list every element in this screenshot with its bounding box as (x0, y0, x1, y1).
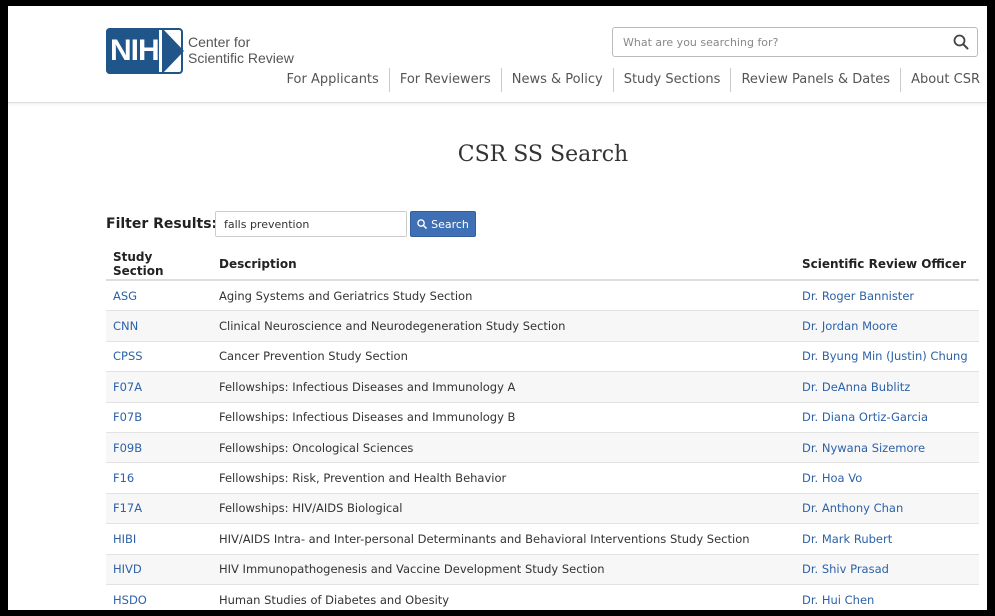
officer-link[interactable]: Dr. Hui Chen (795, 584, 979, 610)
search-button[interactable]: Search (410, 211, 476, 237)
description-cell: HIV/AIDS Intra- and Inter-personal Deter… (212, 523, 795, 555)
table-row: CNN Clinical Neuroscience and Neurodegene… (106, 310, 979, 342)
officer-link[interactable]: Dr. Nywana Sizemore (795, 432, 979, 464)
nav-study-sections[interactable]: Study Sections (614, 68, 731, 92)
officer-link[interactable]: Dr. Diana Ortiz-Garcia (795, 402, 979, 433)
logo-border (106, 28, 183, 74)
description-cell: Aging Systems and Geriatrics Study Secti… (212, 280, 795, 312)
nav-for-reviewers[interactable]: For Reviewers (390, 68, 501, 92)
filter-input[interactable] (215, 211, 407, 237)
officer-link[interactable]: Dr. Hoa Vo (795, 462, 979, 494)
table-row: F17A Fellowships: HIV/AIDS Biological Dr. … (106, 493, 979, 525)
officer-link[interactable]: Dr. Mark Rubert (795, 523, 979, 555)
table-row: F09B Fellowships: Oncological Sciences Dr.… (106, 432, 979, 464)
study-section-link[interactable]: HIVD (106, 554, 212, 585)
study-section-link[interactable]: HSDO (106, 584, 212, 610)
description-cell: Fellowships: HIV/AIDS Biological (212, 493, 795, 525)
table-row: HIVD HIV Immunopathogenesis and Vaccine D… (106, 554, 979, 585)
study-section-link[interactable]: F16 (106, 462, 212, 494)
description-cell: HIV Immunopathogenesis and Vaccine Devel… (212, 554, 795, 585)
site-search (612, 27, 978, 57)
results-body: ASG Aging Systems and Geriatrics Study Se… (106, 280, 979, 610)
officer-link[interactable]: Dr. Anthony Chan (795, 493, 979, 525)
main-nav: For Applicants For Reviewers News & Poli… (277, 68, 980, 92)
description-cell: Human Studies of Diabetes and Obesity (212, 584, 795, 610)
browser-viewport: NIH Center for Scientific Review For App… (8, 6, 987, 610)
study-section-link[interactable]: ASG (106, 280, 212, 312)
org-name[interactable]: Center for Scientific Review (188, 34, 294, 66)
officer-link[interactable]: Dr. Roger Bannister (795, 280, 979, 312)
description-cell: Fellowships: Risk, Prevention and Health… (212, 462, 795, 494)
description-cell: Fellowships: Infectious Diseases and Imm… (212, 371, 795, 403)
column-header-officer[interactable]: Scientific Review Officer (795, 249, 979, 281)
column-header-description[interactable]: Description (212, 249, 795, 281)
table-row: HIBI HIV/AIDS Intra- and Inter-personal D… (106, 523, 979, 555)
filter-label: Filter Results: (106, 216, 218, 232)
table-row: ASG Aging Systems and Geriatrics Study Se… (106, 280, 979, 312)
officer-link[interactable]: Dr. Shiv Prasad (795, 554, 979, 585)
study-section-link[interactable]: F07A (106, 371, 212, 403)
description-cell: Fellowships: Infectious Diseases and Imm… (212, 402, 795, 433)
search-icon[interactable] (953, 34, 969, 50)
search-button-label: Search (431, 217, 469, 231)
description-cell: Fellowships: Oncological Sciences (212, 432, 795, 464)
table-row: F07A Fellowships: Infectious Diseases and… (106, 371, 979, 403)
officer-link[interactable]: Dr. Byung Min (Justin) Chung (795, 341, 979, 373)
site-header: NIH Center for Scientific Review For App… (8, 6, 987, 103)
nav-for-applicants[interactable]: For Applicants (277, 68, 389, 92)
table-row: CPSS Cancer Prevention Study Section Dr. B… (106, 341, 979, 373)
search-icon (417, 219, 427, 229)
officer-link[interactable]: Dr. DeAnna Bublitz (795, 371, 979, 403)
description-cell: Clinical Neuroscience and Neurodegenerat… (212, 310, 795, 342)
description-cell: Cancer Prevention Study Section (212, 341, 795, 373)
study-section-link[interactable]: CPSS (106, 341, 212, 373)
table-header-row: Study Section Description Scientific Rev… (106, 249, 979, 281)
results-table: Study Section Description Scientific Rev… (106, 249, 979, 610)
nav-news-policy[interactable]: News & Policy (502, 68, 613, 92)
page-title: CSR SS Search (457, 142, 629, 167)
study-section-link[interactable]: F17A (106, 493, 212, 525)
org-name-line2: Scientific Review (188, 50, 294, 66)
table-row: F07B Fellowships: Infectious Diseases and… (106, 402, 979, 433)
study-section-link[interactable]: HIBI (106, 523, 212, 555)
table-row: F16 Fellowships: Risk, Prevention and Hea… (106, 462, 979, 494)
table-row: HSDO Human Studies of Diabetes and Obesit… (106, 584, 979, 610)
site-search-input[interactable] (613, 28, 933, 56)
study-section-link[interactable]: F09B (106, 432, 212, 464)
column-header-study-section[interactable]: Study Section (106, 249, 212, 281)
nih-logo[interactable]: NIH (106, 28, 184, 74)
study-section-link[interactable]: F07B (106, 402, 212, 433)
nav-about-csr[interactable]: About CSR (901, 68, 980, 92)
study-section-link[interactable]: CNN (106, 310, 212, 342)
nav-review-panels-dates[interactable]: Review Panels & Dates (731, 68, 900, 92)
officer-link[interactable]: Dr. Jordan Moore (795, 310, 979, 342)
org-name-line1: Center for (188, 34, 251, 50)
